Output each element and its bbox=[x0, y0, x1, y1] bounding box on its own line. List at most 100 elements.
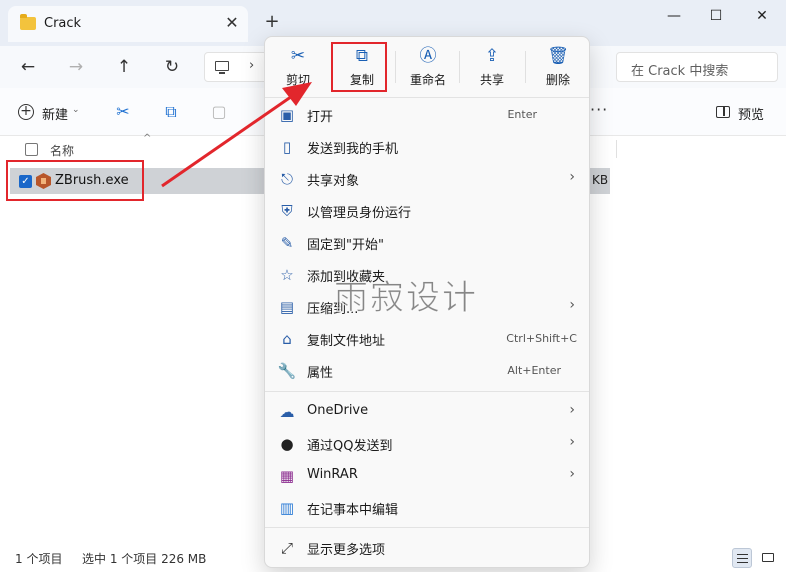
minimize-button[interactable]: — bbox=[660, 6, 688, 26]
chevron-right-icon: › bbox=[569, 402, 575, 418]
menu-item-share-target[interactable]: ⎋ 共享对象 › bbox=[265, 163, 589, 195]
select-all-checkbox[interactable] bbox=[25, 143, 38, 156]
menu-item-shortcut: Enter bbox=[507, 108, 537, 121]
menu-item-label: OneDrive bbox=[307, 403, 369, 418]
menu-item-label: 显示更多选项 bbox=[307, 543, 386, 558]
toolbar-divider bbox=[459, 51, 460, 83]
file-size-unit: KB bbox=[592, 173, 609, 187]
share-target-icon: ⎋ bbox=[281, 170, 293, 188]
menu-item-label: 打开 bbox=[307, 110, 334, 125]
menu-item-label: 复制文件地址 bbox=[307, 334, 386, 349]
menu-divider bbox=[265, 527, 589, 528]
star-icon: ☆ bbox=[280, 266, 294, 284]
menu-item-label: 通过QQ发送到 bbox=[307, 439, 393, 454]
menu-item-shortcut: Alt+Enter bbox=[507, 364, 561, 377]
menu-divider bbox=[265, 97, 589, 98]
menu-item-label: 以管理员身份运行 bbox=[307, 206, 412, 221]
menu-item-label: 属性 bbox=[307, 366, 334, 381]
copy-highlight-box bbox=[331, 42, 387, 92]
winrar-icon: ▦ bbox=[279, 467, 295, 485]
delete-button[interactable]: 🗑 删除 bbox=[529, 43, 587, 91]
menu-item-show-more-options[interactable]: ⤢ 显示更多选项 bbox=[265, 532, 589, 564]
breadcrumb-chevron-icon[interactable]: › bbox=[249, 58, 254, 73]
rename-icon: Ⓐ bbox=[419, 46, 437, 66]
pin-icon: ✎ bbox=[280, 234, 294, 252]
cut-icon: ✂ bbox=[290, 46, 306, 66]
phone-icon: ▯ bbox=[282, 138, 292, 156]
up-button[interactable]: ↑ bbox=[111, 54, 137, 80]
menu-item-label: 发送到我的手机 bbox=[307, 142, 399, 157]
paste-icon[interactable]: ▢ bbox=[209, 102, 229, 122]
new-button-label: 新建 bbox=[42, 108, 69, 123]
cloud-icon: ☁ bbox=[279, 403, 295, 421]
copy-path-icon: ⌂ bbox=[282, 330, 292, 348]
tiles-view-icon bbox=[762, 553, 774, 562]
menu-item-run-as-admin[interactable]: ⛨ 以管理员身份运行 bbox=[265, 195, 589, 227]
list-view-icon bbox=[737, 554, 748, 563]
this-pc-icon bbox=[215, 61, 229, 74]
watermark-text: 雨寂设计 bbox=[334, 278, 478, 319]
menu-item-label: 共享对象 bbox=[307, 174, 360, 189]
qq-icon: ● bbox=[280, 435, 294, 453]
share-button[interactable]: ⇪ 共享 bbox=[463, 43, 521, 91]
chevron-right-icon: › bbox=[569, 297, 575, 313]
back-button[interactable]: ← bbox=[15, 54, 41, 80]
menu-item-open[interactable]: ▣ 打开 Enter bbox=[265, 99, 589, 131]
column-divider[interactable] bbox=[616, 140, 617, 158]
shield-icon: ⛨ bbox=[281, 202, 293, 220]
more-options-icon: ⤢ bbox=[280, 539, 293, 557]
menu-item-onedrive[interactable]: ☁ OneDrive › bbox=[265, 396, 589, 428]
menu-item-label: 在记事本中编辑 bbox=[307, 503, 399, 518]
plus-circle-icon: + bbox=[18, 104, 34, 120]
more-options-icon[interactable]: ··· bbox=[590, 100, 608, 119]
tab-close-icon[interactable]: ✕ bbox=[223, 14, 241, 32]
tab-crack[interactable]: Crack ✕ bbox=[8, 6, 248, 42]
chevron-right-icon: › bbox=[569, 169, 575, 185]
menu-item-send-to-phone[interactable]: ▯ 发送到我的手机 bbox=[265, 131, 589, 163]
new-tab-button[interactable]: + bbox=[262, 12, 282, 32]
menu-item-shortcut: Ctrl+Shift+C bbox=[506, 332, 577, 345]
chevron-right-icon: › bbox=[569, 466, 575, 482]
preview-label: 预览 bbox=[738, 108, 765, 123]
status-selection: 选中 1 个项目 226 MB bbox=[82, 552, 207, 566]
notepad-icon: ▥ bbox=[279, 499, 295, 517]
maximize-button[interactable]: ☐ bbox=[702, 6, 730, 26]
file-highlight-box bbox=[6, 160, 144, 201]
preview-pane-icon bbox=[716, 106, 730, 118]
cut-icon[interactable]: ✂ bbox=[113, 102, 133, 122]
menu-divider bbox=[265, 391, 589, 392]
details-view-button[interactable] bbox=[732, 548, 752, 568]
close-window-button[interactable]: ✕ bbox=[748, 6, 776, 26]
toolbar-divider bbox=[395, 51, 396, 83]
menu-item-pin-to-start[interactable]: ✎ 固定到"开始" bbox=[265, 227, 589, 259]
menu-item-copy-path[interactable]: ⌂ 复制文件地址 Ctrl+Shift+C bbox=[265, 323, 589, 355]
sort-ascending-icon: ^ bbox=[143, 133, 152, 144]
menu-item-send-via-qq[interactable]: ● 通过QQ发送到 › bbox=[265, 428, 589, 460]
cut-button[interactable]: ✂ 剪切 bbox=[269, 43, 327, 91]
folder-icon bbox=[20, 14, 36, 30]
column-header-name[interactable]: 名称 bbox=[50, 142, 74, 159]
chevron-down-icon: ⌄ bbox=[72, 105, 80, 115]
trash-icon: 🗑 bbox=[547, 46, 569, 66]
tiles-view-button[interactable] bbox=[758, 548, 778, 568]
refresh-button[interactable]: ↻ bbox=[159, 54, 185, 80]
share-icon: ⇪ bbox=[484, 46, 500, 66]
menu-item-edit-notepad[interactable]: ▥ 在记事本中编辑 bbox=[265, 492, 589, 524]
delete-label: 删除 bbox=[545, 73, 570, 87]
rename-label: 重命名 bbox=[409, 73, 446, 87]
copy-icon[interactable]: ⧉ bbox=[161, 102, 181, 122]
archive-icon: ▤ bbox=[279, 298, 295, 316]
menu-item-properties[interactable]: 🔧 属性 Alt+Enter bbox=[265, 355, 589, 387]
rename-button[interactable]: Ⓐ 重命名 bbox=[399, 43, 457, 91]
menu-item-label: 固定到"开始" bbox=[307, 238, 384, 253]
forward-button[interactable]: → bbox=[63, 54, 89, 80]
tab-title: Crack bbox=[44, 16, 82, 31]
chevron-right-icon: › bbox=[569, 434, 575, 450]
open-icon: ▣ bbox=[279, 106, 295, 124]
search-placeholder: 在 Crack 中搜索 bbox=[631, 64, 729, 79]
menu-item-winrar[interactable]: ▦ WinRAR › bbox=[265, 460, 589, 492]
menu-item-label: WinRAR bbox=[307, 467, 358, 482]
context-menu-toolbar: ✂ 剪切 ⧉ 复制 Ⓐ 重命名 ⇪ 共享 🗑 删除 bbox=[265, 37, 589, 95]
search-input[interactable]: 在 Crack 中搜索 bbox=[616, 52, 778, 82]
share-label: 共享 bbox=[479, 73, 504, 87]
